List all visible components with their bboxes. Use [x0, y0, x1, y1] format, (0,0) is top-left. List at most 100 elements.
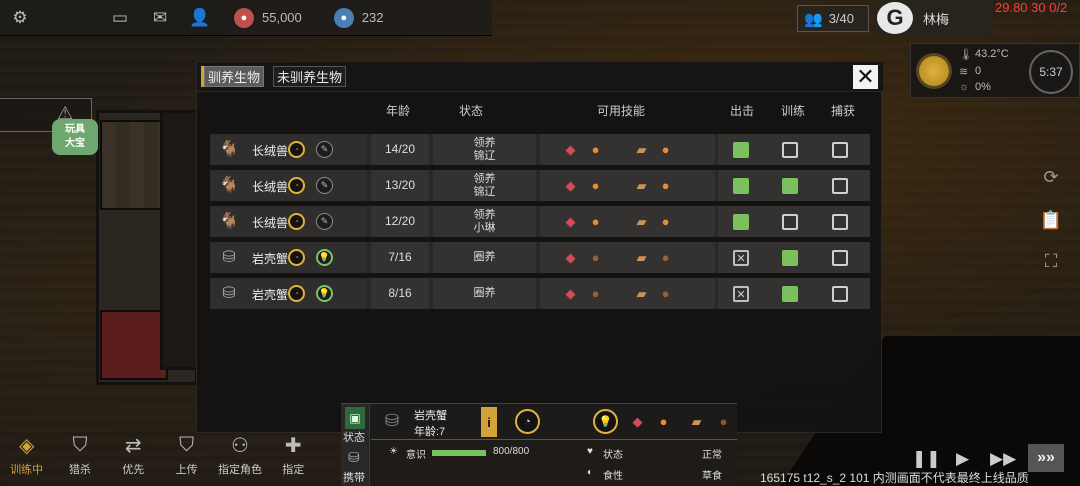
- game-clock[interactable]: 5:37: [1029, 50, 1073, 94]
- train-checkbox[interactable]: [782, 286, 798, 302]
- creature-row[interactable]: ⛁ 岩壳蟹 ◔ 💡 7/16 圈养 ◆ ● ▰ ● ✕: [210, 242, 870, 273]
- info-creature-age: 年龄:7: [414, 426, 446, 438]
- ball-skill-icon-2[interactable]: ●: [657, 177, 674, 194]
- pause-icon[interactable]: ❚❚: [912, 449, 941, 469]
- scroll-skill-icon[interactable]: ▰: [633, 213, 650, 230]
- status-tab-label[interactable]: 状态: [343, 429, 365, 445]
- ball-skill-icon-2[interactable]: ●: [657, 249, 674, 266]
- mail-icon[interactable]: ✉: [140, 0, 180, 36]
- ball-skill-icon[interactable]: ●: [587, 141, 604, 158]
- attack-checkbox[interactable]: [733, 142, 749, 158]
- train-checkbox[interactable]: [782, 214, 798, 230]
- train-checkbox[interactable]: [782, 178, 798, 194]
- gear-icon[interactable]: ⚙: [0, 0, 40, 36]
- ball-skill-icon-2[interactable]: ●: [715, 413, 732, 430]
- fastest-button[interactable]: »»: [1028, 444, 1064, 472]
- header-train: 训练: [781, 104, 806, 118]
- train-checkbox[interactable]: [782, 142, 798, 158]
- pencil-icon[interactable]: ✎: [316, 213, 333, 230]
- scroll-skill-icon[interactable]: ▰: [633, 177, 650, 194]
- fast-forward-icon[interactable]: ▶▶: [990, 449, 1016, 469]
- header-capture: 捕获: [831, 104, 856, 118]
- stomach-icon[interactable]: ◔: [288, 213, 305, 230]
- creature-row[interactable]: ⛁ 岩壳蟹 ◔ 💡 8/16 圈养 ◆ ● ▰ ● ✕: [210, 278, 870, 309]
- assign-role-icon: ⚇: [231, 434, 249, 457]
- ball-skill-icon[interactable]: ●: [587, 285, 604, 302]
- toolbar-sign[interactable]: ◈ 训练中: [0, 428, 53, 486]
- chat-icon[interactable]: ▭: [100, 0, 140, 36]
- status-tab-icon[interactable]: ▣: [345, 407, 365, 429]
- stomach-icon[interactable]: ◔: [288, 177, 305, 194]
- bottom-toolbar: ◈ 训练中 ⛉ 猎杀 ⇄ 优先 ⛉ 上传 ⚇ 指定角色 ✚ 指定: [0, 428, 320, 486]
- clipboard-icon[interactable]: 📋: [1040, 209, 1062, 231]
- skills-cell: ◆ ● ▰ ●: [540, 206, 715, 237]
- toolbar-hunt[interactable]: ⛉ 猎杀: [53, 428, 106, 486]
- scan-icon[interactable]: ⛶: [1040, 250, 1062, 272]
- attack-checkbox[interactable]: ✕: [733, 250, 749, 266]
- player-logo: G: [877, 2, 913, 34]
- train-checkbox[interactable]: [782, 250, 798, 266]
- creature-info-bar: ▣ 状态 携带 ⛁ ⛁ 岩壳蟹 年龄:7 i ◔ 💡 ◆ ● ▰ ● ☀ 意识 …: [341, 403, 737, 486]
- ball-skill-icon[interactable]: ●: [655, 413, 672, 430]
- carry-icon[interactable]: ⛁: [348, 449, 360, 466]
- stomach-icon[interactable]: ◔: [288, 249, 305, 266]
- ball-skill-icon-2[interactable]: ●: [657, 285, 674, 302]
- creature-state: 圈养: [473, 251, 496, 263]
- sun-icon: [919, 56, 949, 86]
- attack-checkbox[interactable]: ✕: [733, 286, 749, 302]
- scroll-skill-icon[interactable]: ▰: [688, 413, 705, 430]
- meat-skill-icon[interactable]: ◆: [629, 413, 646, 430]
- meat-skill-icon[interactable]: ◆: [562, 177, 579, 194]
- pencil-icon[interactable]: ✎: [316, 141, 333, 158]
- scroll-skill-icon[interactable]: ▰: [633, 285, 650, 302]
- stomach-icon[interactable]: ◔: [288, 141, 305, 158]
- close-button[interactable]: ✕: [853, 65, 878, 89]
- creature-row[interactable]: 🐐 长绒兽 ◔ ✎ 13/20 领养 锦辽 ◆ ● ▰ ●: [210, 170, 870, 201]
- bulb-icon[interactable]: 💡: [316, 249, 333, 266]
- attack-checkbox[interactable]: [733, 214, 749, 230]
- attack-checkbox[interactable]: [733, 178, 749, 194]
- capture-checkbox[interactable]: [832, 250, 848, 266]
- sign-icon: ◈: [18, 434, 35, 457]
- toybox-badge[interactable]: 玩具 大宝: [52, 119, 98, 155]
- capture-checkbox[interactable]: [832, 142, 848, 158]
- scroll-skill-icon[interactable]: ▰: [633, 141, 650, 158]
- toolbar-assign-role[interactable]: ⚇ 指定角色: [213, 428, 266, 486]
- pencil-icon[interactable]: ✎: [316, 177, 333, 194]
- awareness-value: 800/800: [493, 446, 530, 457]
- meat-skill-icon[interactable]: ◆: [562, 249, 579, 266]
- tab-tamed[interactable]: 驯养生物: [204, 66, 265, 87]
- rotate-icon[interactable]: ⟳: [1040, 166, 1062, 188]
- population-counter[interactable]: 👥 3/40: [797, 5, 869, 32]
- ball-skill-icon[interactable]: ●: [587, 177, 604, 194]
- creature-row[interactable]: 🐐 长绒兽 ◔ ✎ 14/20 领养 锦辽 ◆ ● ▰ ●: [210, 134, 870, 165]
- stomach-icon[interactable]: ◔: [288, 285, 305, 302]
- check-cell: [718, 170, 870, 201]
- tab-untamed[interactable]: 未驯养生物: [273, 66, 347, 87]
- creature-name: 岩壳蟹: [252, 288, 289, 302]
- toolbar-priority[interactable]: ⇄ 优先: [107, 428, 160, 486]
- meat-skill-icon[interactable]: ◆: [562, 285, 579, 302]
- toolbar-upload[interactable]: ⛉ 上传: [160, 428, 213, 486]
- name-cell: 🐐 长绒兽 ◔ ✎: [210, 170, 366, 201]
- meat-skill-icon[interactable]: ◆: [562, 141, 579, 158]
- warning-bar-icon[interactable]: i: [481, 407, 497, 437]
- friend-icon[interactable]: 👤: [180, 0, 220, 36]
- bulb-icon[interactable]: 💡: [316, 285, 333, 302]
- carry-tab-label[interactable]: 携带: [343, 469, 365, 485]
- toolbar-assign[interactable]: ✚ 指定: [267, 428, 320, 486]
- stomach-icon[interactable]: ◔: [515, 409, 540, 434]
- player-card[interactable]: G 林梅: [873, 0, 993, 36]
- capture-checkbox[interactable]: [832, 286, 848, 302]
- creature-row[interactable]: 🐐 长绒兽 ◔ ✎ 12/20 领养 小琳 ◆ ● ▰ ●: [210, 206, 870, 237]
- play-icon[interactable]: ▶: [956, 449, 969, 469]
- ball-skill-icon-2[interactable]: ●: [657, 141, 674, 158]
- scroll-skill-icon[interactable]: ▰: [633, 249, 650, 266]
- ball-skill-icon[interactable]: ●: [587, 213, 604, 230]
- ball-skill-icon[interactable]: ●: [587, 249, 604, 266]
- bulb-icon[interactable]: 💡: [593, 409, 618, 434]
- capture-checkbox[interactable]: [832, 214, 848, 230]
- capture-checkbox[interactable]: [832, 178, 848, 194]
- ball-skill-icon-2[interactable]: ●: [657, 213, 674, 230]
- meat-skill-icon[interactable]: ◆: [562, 213, 579, 230]
